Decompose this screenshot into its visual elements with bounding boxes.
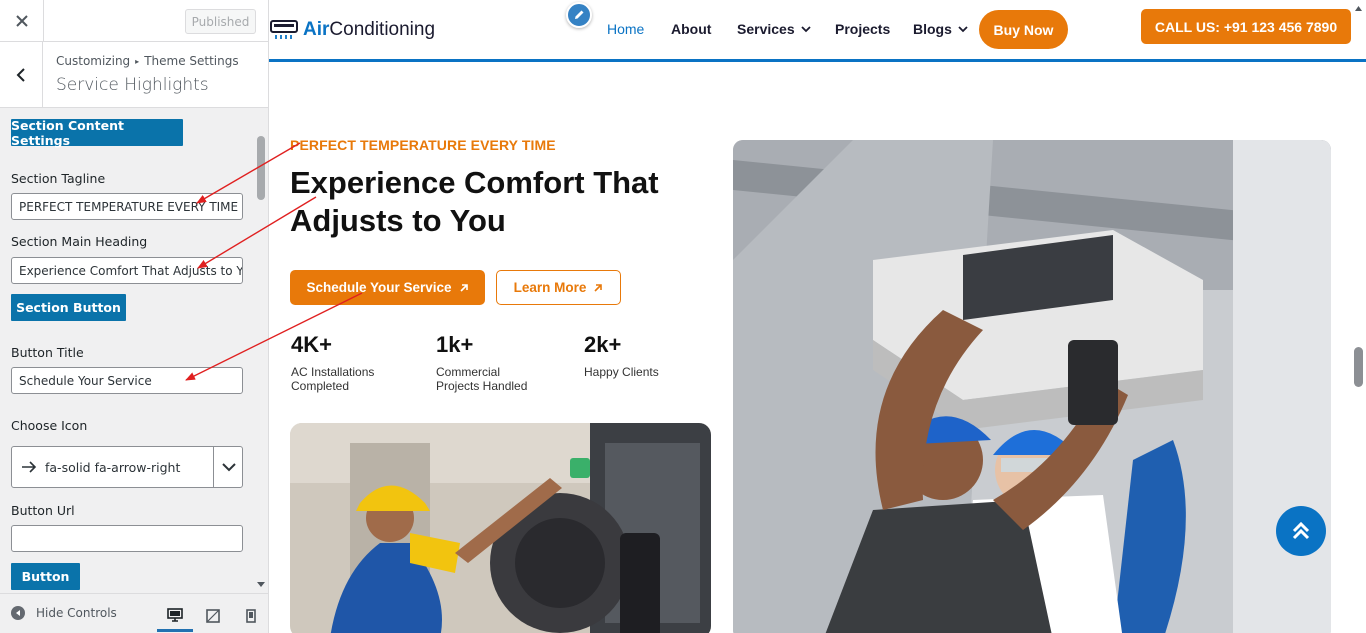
desktop-preview-button[interactable] [157,600,193,632]
stat-value: 2k+ [584,332,622,357]
stat-clients: 2k+ Happy Clients [584,332,694,379]
chevron-down-icon [800,25,811,32]
section-content-settings-button[interactable]: Section Content Settings [11,118,183,148]
edit-shortcut-button[interactable] [566,2,592,28]
customizer-sidebar: Published Customizing ▸ Theme Settings Ser… [0,0,269,633]
nav-services[interactable]: Services [737,21,811,37]
logo-text-bold: Air [303,19,330,40]
scroll-to-top-button[interactable] [1276,506,1326,556]
air-conditioner-icon [270,20,298,39]
collapse-icon [11,606,25,620]
stat-label: AC Installations Completed [291,365,375,393]
choose-icon-label: Choose Icon [11,418,88,433]
schedule-service-button[interactable]: Schedule Your Service [290,270,485,305]
hide-controls-label: Hide Controls [36,606,117,620]
tagline-input[interactable]: PERFECT TEMPERATURE EVERY TIME [11,193,243,220]
button-url-input[interactable] [11,525,243,552]
button-url-label: Button Url [11,503,75,518]
chevron-left-icon [16,68,25,82]
button-title-input[interactable]: Schedule Your Service [11,367,243,394]
customizer-header: Published [0,0,268,42]
pencil-icon [575,10,584,19]
icon-select[interactable]: fa-solid fa-arrow-right [11,446,243,488]
double-chevron-up-icon [1292,521,1310,540]
chevron-down-icon [221,462,236,471]
back-button[interactable] [0,42,43,108]
preview-scrollbar-thumb[interactable] [1354,347,1363,387]
nav-blogs[interactable]: Blogs [913,21,968,37]
tagline-label: Section Tagline [11,171,106,186]
arrow-up-right-icon [594,283,603,292]
close-icon [15,15,28,27]
section-button-button[interactable]: Section Button [11,294,126,321]
learn-more-button[interactable]: Learn More [496,270,621,305]
section-heading: Experience Comfort That Adjusts to You [290,165,659,238]
site-header: AirConditioning Home About Services Proj… [269,0,1366,62]
section-tagline: PERFECT TEMPERATURE EVERY TIME [290,137,556,153]
stat-value: 1k+ [436,332,474,357]
publish-button[interactable]: Published [185,9,256,34]
tablet-preview-button[interactable] [195,600,231,632]
mobile-icon [246,609,256,623]
breadcrumb-separator-icon: ▸ [135,57,140,66]
mobile-preview-button[interactable] [233,600,268,632]
nav-projects[interactable]: Projects [835,21,890,37]
learn-more-label: Learn More [513,280,587,295]
breadcrumb-root: Customizing [56,54,131,68]
call-us-button[interactable]: CALL US: +91 123 456 7890 [1141,9,1351,44]
site-preview: AirConditioning Home About Services Proj… [269,0,1366,633]
nav-home[interactable]: Home [607,21,644,37]
breadcrumb-section: Theme Settings [144,54,239,68]
hide-controls-button[interactable]: Hide Controls [11,606,117,620]
scroll-down-arrow-icon[interactable] [256,580,266,590]
buy-now-button[interactable]: Buy Now [979,10,1068,49]
site-logo[interactable]: AirConditioning [270,19,435,41]
panel-header: Customizing ▸ Theme Settings Service Highl… [0,42,268,108]
desktop-icon [167,607,183,622]
tablet-icon [206,609,220,623]
schedule-service-label: Schedule Your Service [306,280,452,295]
customizer-footer: Hide Controls [0,593,268,633]
panel-title: Service Highlights [56,75,209,95]
chevron-down-icon [958,25,968,32]
heading-label: Section Main Heading [11,234,148,249]
close-customizer-button[interactable] [0,0,44,42]
stat-label: Happy Clients [584,365,659,379]
heading-input[interactable]: Experience Comfort That Adjusts to You [11,257,243,284]
button-button[interactable]: Button [11,563,80,590]
icon-select-value: fa-solid fa-arrow-right [45,460,181,475]
technician-outdoor-unit-photo [290,423,711,633]
breadcrumb: Customizing ▸ Theme Settings [56,54,239,68]
stat-installations: 4K+ AC Installations Completed [291,332,401,393]
icon-select-toggle[interactable] [213,447,243,487]
arrow-right-icon [22,461,37,473]
scroll-up-arrow-icon[interactable] [1354,4,1363,12]
sidebar-scrollbar-thumb[interactable] [257,136,265,200]
nav-about[interactable]: About [671,21,711,37]
stat-label: Commercial Projects Handled [436,365,528,393]
stat-commercial: 1k+ Commercial Projects Handled [436,332,546,393]
technicians-ceiling-install-photo [733,140,1331,633]
button-title-label: Button Title [11,345,84,360]
stat-value: 4K+ [291,332,332,357]
logo-text: Conditioning [329,19,436,40]
arrow-up-right-icon [459,283,468,292]
